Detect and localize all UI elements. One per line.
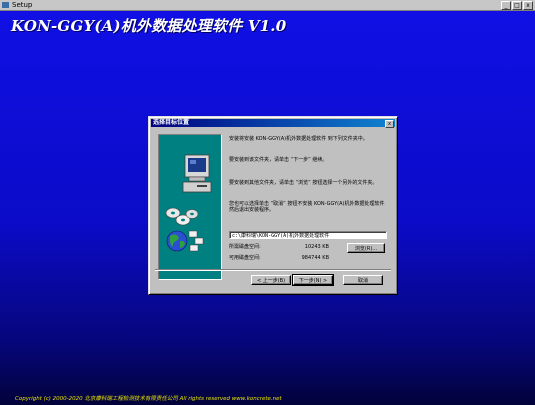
close-button[interactable]: x: [523, 1, 533, 10]
cancel-button[interactable]: 取消: [343, 275, 383, 285]
maximize-button[interactable]: □: [512, 1, 522, 10]
cd-disc-icon: [165, 207, 199, 226]
app-title: KON-GGY(A)机外数据处理软件 V1.0: [11, 17, 287, 35]
next-button[interactable]: 下一步(N) >: [292, 274, 334, 286]
available-space-value: 984744 KB: [301, 255, 329, 261]
destination-path-field[interactable]: c:\康科瑞\KON-GGY(A)机外数据处理软件: [229, 231, 387, 239]
window-title: Setup: [12, 1, 33, 9]
intro-text: 安装将安装 KON-GGY(A)机外数据处理软件 到下列文件夹中。: [229, 136, 368, 142]
computer-icon: [182, 154, 212, 193]
browse-button[interactable]: 浏览(R)...: [347, 243, 385, 253]
required-space-label: 所需磁盘空间:: [229, 244, 261, 250]
minimize-button[interactable]: _: [501, 1, 511, 10]
required-space-value: 10243 KB: [304, 244, 329, 250]
continue-instruction: 要安装到该文件夹，请单击 “下一步” 继续。: [229, 157, 328, 163]
dialog-title: 选择目标位置: [153, 119, 190, 126]
browse-instruction: 要安装到其他文件夹，请单击 “浏览” 按钮选择一个另外的文件夹。: [229, 180, 378, 186]
window-title-bar: Setup _ □ x: [0, 0, 535, 11]
cancel-instruction: 您也可以选择单击 “取消” 按钮不安装 KON-GGY(A)机外数据处理软件 然…: [229, 201, 385, 213]
dialog-separator: [155, 269, 391, 271]
back-button[interactable]: < 上一步(B): [251, 275, 291, 285]
globe-icon: [166, 230, 204, 252]
setup-illustration-panel: [158, 134, 222, 280]
dialog-title-bar: 选择目标位置 x: [151, 119, 395, 128]
available-space-label: 可用磁盘空间:: [229, 255, 261, 261]
copyright-footer: Copyright (c) 2000-2020 北京康科瑞工程检测技术有限责任公…: [15, 396, 282, 402]
setup-window-icon[interactable]: [2, 2, 9, 8]
dialog-close-button[interactable]: x: [385, 120, 394, 128]
choose-destination-dialog: 选择目标位置 x 安装将安装 KON-GGY(A)机外数据处理软件 到下列文件夹…: [148, 116, 398, 295]
